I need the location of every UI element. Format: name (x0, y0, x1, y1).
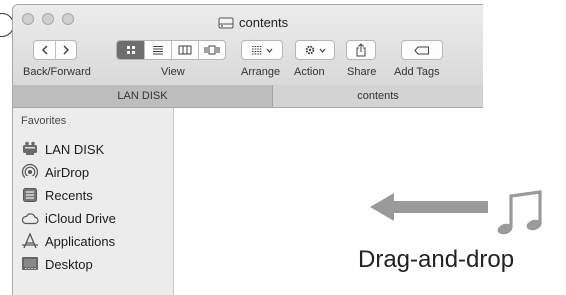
chevron-down-icon (266, 48, 273, 53)
sidebar-item-airdrop[interactable]: AirDrop (21, 161, 89, 183)
cover-flow-button[interactable] (198, 41, 225, 59)
sidebar-item-recents[interactable]: Recents (21, 184, 93, 206)
sidebar-item-desktop[interactable]: Desktop (21, 253, 93, 275)
sidebar: Favorites LAN DISK AirDrop Recents iClou… (13, 108, 174, 295)
sidebar-item-label: Applications (45, 233, 116, 249)
recents-icon (21, 186, 39, 204)
chevron-right-icon (63, 45, 70, 55)
back-forward-label: Back/Forward (23, 66, 91, 78)
icon-view-button[interactable] (117, 41, 144, 59)
sidebar-item-lan-disk[interactable]: LAN DISK (21, 138, 104, 160)
icloud-drive-icon (21, 209, 39, 227)
window-title: contents (218, 15, 288, 30)
icon-view-icon (126, 46, 135, 54)
drag-and-drop-caption: Drag-and-drop (358, 246, 515, 273)
desktop-icon (21, 255, 39, 273)
tag-icon (414, 46, 429, 54)
back-button[interactable] (34, 41, 55, 59)
column-view-icon (178, 45, 192, 55)
add-tags-label: Add Tags (394, 66, 440, 78)
window-title-text: contents (239, 15, 289, 30)
sidebar-item-label: AirDrop (45, 164, 90, 180)
tab-lan-disk[interactable]: LAN DISK (13, 85, 273, 107)
arrange-icon (252, 46, 262, 55)
list-view-icon (153, 45, 163, 55)
drag-arrow-icon (370, 193, 488, 221)
forward-button[interactable] (55, 41, 76, 59)
sidebar-item-label: Recents (45, 187, 93, 203)
sidebar-item-icloud-drive[interactable]: iCloud Drive (21, 207, 116, 229)
sidebar-item-label: LAN DISK (45, 141, 105, 157)
arrange-label: Arrange (241, 66, 281, 78)
sidebar-item-applications[interactable]: Applications (21, 230, 115, 252)
arrange-button[interactable] (241, 40, 283, 60)
back-forward-control (33, 40, 77, 60)
sidebar-item-label: Desktop (45, 256, 93, 272)
chevron-left-icon (41, 45, 48, 55)
action-label: Action (294, 66, 325, 78)
drive-icon (218, 17, 234, 29)
close-button[interactable] (22, 13, 34, 25)
tab-contents[interactable]: contents (273, 85, 483, 107)
music-note-icon (497, 190, 542, 235)
minimize-button[interactable] (42, 13, 54, 25)
share-button[interactable] (346, 40, 376, 60)
airdrop-icon (21, 163, 39, 181)
applications-icon (21, 232, 39, 250)
toolbar: contents Back/Forward View Arrange Actio… (13, 5, 483, 86)
column-view-button[interactable] (171, 41, 198, 59)
cover-flow-icon (204, 45, 220, 55)
sidebar-item-label: iCloud Drive (45, 210, 116, 226)
chevron-down-icon (319, 48, 326, 53)
view-control (116, 40, 226, 60)
zoom-button[interactable] (62, 13, 74, 25)
lan-disk-icon (21, 140, 39, 158)
traffic-lights (22, 13, 74, 25)
action-button[interactable] (295, 40, 335, 60)
tab-bar: LAN DISK contents (13, 85, 483, 108)
add-tags-button[interactable] (401, 40, 443, 60)
sidebar-heading: Favorites (21, 115, 67, 127)
share-icon (356, 43, 366, 57)
list-view-button[interactable] (144, 41, 171, 59)
gear-icon (305, 45, 315, 55)
view-label: View (161, 66, 185, 78)
share-label: Share (347, 66, 377, 78)
